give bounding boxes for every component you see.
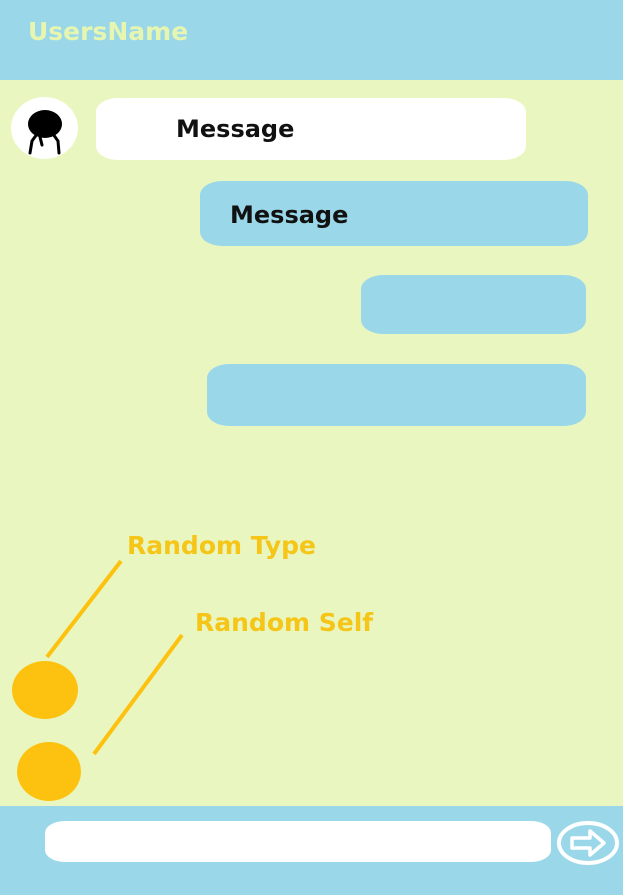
annotation-leader-lines bbox=[45, 559, 184, 756]
random-self-leader-line bbox=[92, 633, 184, 756]
random-type-leader-line bbox=[45, 559, 123, 659]
random-type-button[interactable] bbox=[12, 661, 78, 719]
random-type-label: Random Type bbox=[127, 531, 316, 560]
arrow-right-icon bbox=[557, 821, 619, 865]
message-input[interactable] bbox=[45, 821, 551, 862]
send-button[interactable] bbox=[556, 819, 620, 867]
random-self-button[interactable] bbox=[17, 742, 81, 801]
random-self-label: Random Self bbox=[195, 608, 374, 637]
